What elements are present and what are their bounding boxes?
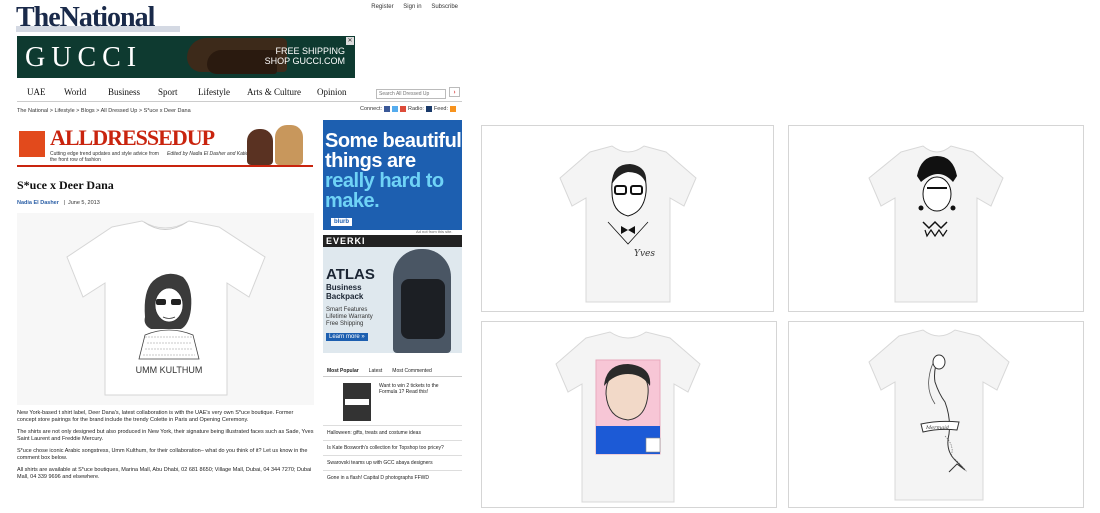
article-body: New York-based t shirt label, Deer Dana'… xyxy=(17,410,314,486)
twitter-icon[interactable] xyxy=(392,106,399,112)
facebook-icon[interactable] xyxy=(384,106,391,112)
ad-close-icon[interactable]: ✕ xyxy=(346,37,354,45)
editor-photo-2 xyxy=(275,125,303,165)
blurb-line-1: Some beautiful xyxy=(325,130,462,152)
nav-uae[interactable]: UAE xyxy=(27,87,46,97)
popular-widget: Most Popular Latest Most Commented Want … xyxy=(323,365,462,485)
site-logo[interactable]: TheNational xyxy=(16,4,180,32)
main-nav: UAE World Business Sport Lifestyle Arts … xyxy=(17,84,462,102)
article-paragraph: All shirts are available at S*uce boutiq… xyxy=(17,467,312,480)
everki-feature: Smart Features xyxy=(326,307,368,313)
list-item[interactable]: Gone in a flash! Capital D photographs F… xyxy=(323,470,462,485)
news-page: TheNational Register Sign in Subscribe G… xyxy=(0,0,472,513)
blurb-headline: Some beautiful things are really hard to… xyxy=(325,131,462,211)
everki-ad[interactable]: EVERKI ATLAS Business Backpack Smart Fea… xyxy=(323,235,462,353)
byline: Nadia El Dasher | June 5, 2013 xyxy=(17,200,100,206)
product-card-yves[interactable]: Yves xyxy=(481,125,774,312)
nav-sport[interactable]: Sport xyxy=(158,87,178,97)
everki-sub-1: Business xyxy=(326,283,362,292)
everki-feature: Free Shipping xyxy=(326,321,364,327)
breadcrumb[interactable]: The National > Lifestyle > Blogs > All D… xyxy=(17,108,191,114)
connect-label: Connect: xyxy=(360,106,383,112)
blog-banner[interactable]: ALLDRESSEDUP Cutting edge trend updates … xyxy=(17,121,313,167)
everki-feature: Lifetime Warranty xyxy=(326,314,373,320)
umm-kulthum-tshirt: UMM KULTHUM xyxy=(17,213,314,405)
article-paragraph: The shirts are not only designed but als… xyxy=(17,429,314,442)
blog-search: › xyxy=(376,87,460,99)
everki-sub-2: Backpack xyxy=(326,292,364,301)
blurb-line-3: really hard to xyxy=(325,170,444,192)
blurb-ad[interactable]: Some beautiful things are really hard to… xyxy=(323,120,462,230)
radio-label: Radio: xyxy=(408,106,424,112)
search-go-button[interactable]: › xyxy=(449,87,460,97)
blog-title: ALLDRESSEDUP xyxy=(50,125,215,150)
article-paragraph: New York-based t shirt label, Deer Dana'… xyxy=(17,410,294,423)
hero-image: UMM KULTHUM xyxy=(17,213,314,405)
blurb-line-4: make. xyxy=(325,190,380,212)
featured-story[interactable]: Want to win 2 tickets to the Formula 1? … xyxy=(323,381,462,425)
featured-story-title: Want to win 2 tickets to the Formula 1? … xyxy=(379,383,439,395)
nav-arts-culture[interactable]: Arts & Culture xyxy=(247,87,301,97)
everki-subtitle: Business Backpack xyxy=(326,283,363,301)
ad-copy: FREE SHIPPING SHOP GUCCI.COM xyxy=(265,46,345,66)
blog-tagline: Cutting edge trend updates and style adv… xyxy=(50,151,159,163)
editor-photo-1 xyxy=(247,129,273,165)
yves-tshirt-image: Yves xyxy=(559,145,697,303)
blurb-logo: blurb xyxy=(331,218,352,226)
ad-brand: GUCCI xyxy=(25,42,143,73)
article-paragraph: S*uce chose iconic Arabic songstress, Um… xyxy=(17,448,308,461)
rss-icon[interactable] xyxy=(450,106,456,112)
product-card-portrait[interactable] xyxy=(481,321,777,508)
feed-label: Feed: xyxy=(433,106,448,112)
list-item[interactable]: Is Kate Bosworth's collection for Topsho… xyxy=(323,440,462,455)
everki-brand: EVERKI xyxy=(323,235,462,247)
byline-separator: | xyxy=(60,200,67,206)
editor-photos xyxy=(239,123,309,167)
subscribe-link[interactable]: Subscribe xyxy=(431,4,458,10)
story-thumbnail xyxy=(343,383,371,421)
product-card-frida[interactable] xyxy=(788,125,1084,312)
gucci-ad-banner[interactable]: GUCCI FREE SHIPPING SHOP GUCCI.COM ✕ xyxy=(17,36,355,78)
frida-tshirt-image xyxy=(868,145,1004,303)
blurb-line-2: things are xyxy=(325,150,416,172)
register-link[interactable]: Register xyxy=(371,4,393,10)
learn-more-button[interactable]: Learn more » xyxy=(326,333,368,341)
nav-world[interactable]: World xyxy=(64,87,86,97)
logo-text: TheNational xyxy=(16,2,155,33)
nav-lifestyle[interactable]: Lifestyle xyxy=(198,87,230,97)
backpack-image xyxy=(401,279,445,339)
account-links: Register Sign in Subscribe xyxy=(363,4,458,10)
ad-note: Ad not from this site. xyxy=(416,229,453,234)
everki-product: ATLAS xyxy=(326,266,375,283)
tab-most-commented[interactable]: Most Commented xyxy=(392,368,431,374)
tab-latest[interactable]: Latest xyxy=(369,368,383,374)
article-title: S*uce x Deer Dana xyxy=(17,178,114,192)
mermaid-tshirt-image: Mermaid xyxy=(868,329,1010,501)
author-link[interactable]: Nadia El Dasher xyxy=(17,200,59,206)
product-card-mermaid[interactable]: Mermaid xyxy=(788,321,1084,508)
list-item[interactable]: Halloween: gifts, treats and costume ide… xyxy=(323,425,462,440)
nav-business[interactable]: Business xyxy=(108,87,140,97)
sign-in-link[interactable]: Sign in xyxy=(403,4,421,10)
search-input[interactable] xyxy=(376,89,446,99)
hanger-icon xyxy=(19,131,45,157)
radio-icon[interactable] xyxy=(425,106,432,112)
hero-caption: UMM KULTHUM xyxy=(136,365,203,375)
google-icon[interactable] xyxy=(400,106,407,112)
nav-opinion[interactable]: Opinion xyxy=(317,87,347,97)
tshirt-signature: Mermaid xyxy=(925,425,949,431)
article-date: June 5, 2013 xyxy=(67,200,100,206)
ad-line-1: FREE SHIPPING xyxy=(275,46,345,56)
banner-rule xyxy=(17,165,313,167)
everki-features: Smart Features Lifetime Warranty Free Sh… xyxy=(326,307,373,328)
ad-line-2: SHOP GUCCI.COM xyxy=(264,56,345,66)
list-item[interactable]: Swarovski teams up with GCC abaya design… xyxy=(323,455,462,470)
portrait-tshirt-image xyxy=(555,331,701,503)
connect-bar: Connect: Radio: Feed: xyxy=(360,106,456,112)
popular-tabs: Most Popular Latest Most Commented xyxy=(323,365,462,377)
tab-most-popular[interactable]: Most Popular xyxy=(327,368,359,374)
tshirt-signature: Yves xyxy=(634,249,655,259)
